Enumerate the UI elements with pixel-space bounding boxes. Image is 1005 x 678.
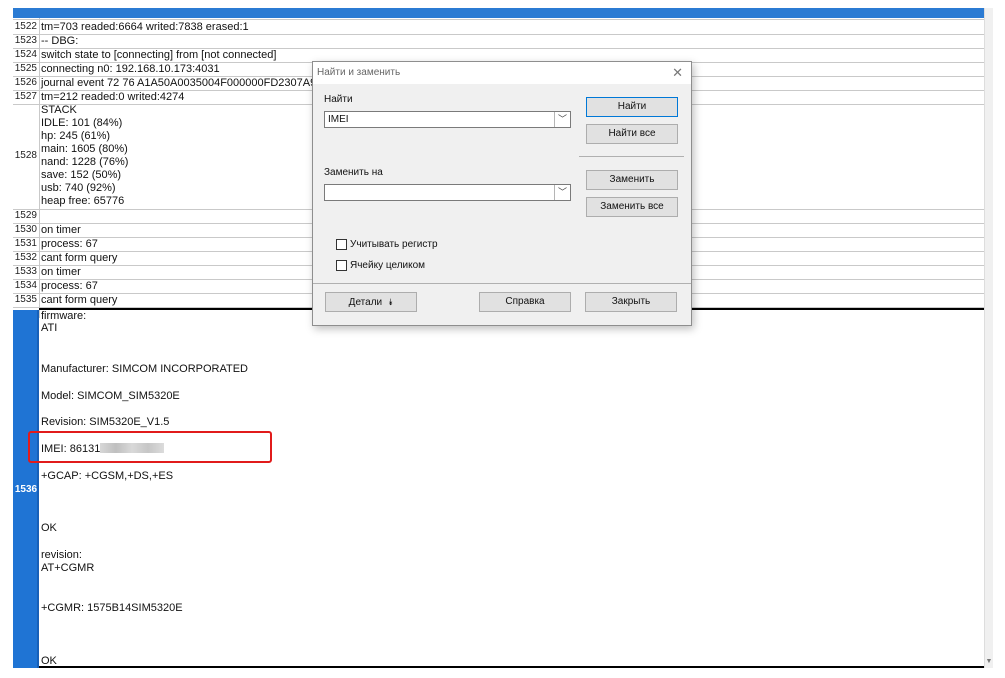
cell-text[interactable]: cant form query (41, 294, 117, 307)
row-number[interactable]: 1531 (13, 238, 39, 249)
replace-combo[interactable]: ﹀ (324, 184, 571, 201)
row-divider (13, 34, 984, 35)
dialog-title: Найти и заменить (317, 67, 401, 78)
cell-line-gcap: +GCAP: +CGSM,+DS,+ES (41, 470, 174, 482)
cell-line-cgmr: +CGMR: 1575B14SIM5320E (41, 602, 183, 614)
replace-label: Заменить на (324, 167, 383, 178)
cell-line-ok-2: OK (41, 655, 57, 667)
find-combo[interactable]: IMEI ﹀ (324, 111, 571, 128)
row-number[interactable]: 1528 (13, 150, 39, 161)
row-header-divider (39, 18, 40, 318)
help-button[interactable]: Справка (479, 292, 571, 312)
whole-cell-label[interactable]: Ячейку целиком (350, 260, 425, 271)
close-button[interactable]: Закрыть (585, 292, 677, 312)
cell-text[interactable]: on timer (41, 224, 81, 237)
row-number[interactable]: 1524 (13, 49, 39, 60)
row-number[interactable]: 1526 (13, 77, 39, 88)
cell-line: hp: 245 (61%) (41, 130, 111, 142)
details-button[interactable]: Детали ⯯ (325, 292, 417, 312)
cell-line-model: Model: SIMCOM_SIM5320E (41, 390, 180, 402)
vertical-scrollbar[interactable]: ▼ (984, 8, 993, 668)
match-case-label[interactable]: Учитывать регистр (350, 239, 438, 250)
cell-text[interactable]: switch state to [connecting] from [not c… (41, 49, 276, 62)
chevron-down-icon[interactable]: ﹀ (554, 185, 570, 200)
cell-line: heap free: 65776 (41, 195, 125, 207)
row-number[interactable]: 1533 (13, 266, 39, 277)
double-chevron-down-icon: ⯯ (387, 297, 394, 307)
row-divider (13, 19, 984, 20)
row-number[interactable]: 1527 (13, 91, 39, 102)
chevron-down-icon[interactable]: ﹀ (554, 112, 570, 127)
row-number[interactable]: 1525 (13, 63, 39, 74)
cell-text[interactable]: -- DBG: (41, 35, 78, 48)
cell-text[interactable]: connecting n0: 192.168.10.173:4031 (41, 63, 220, 76)
selection-bottom-border (39, 666, 984, 668)
dialog-titlebar[interactable]: Найти и заменить ✕ (313, 62, 691, 84)
cell-text[interactable]: on timer (41, 266, 81, 279)
button-separator (579, 156, 684, 157)
replace-all-button[interactable]: Заменить все (586, 197, 678, 217)
details-label: Детали (348, 297, 383, 308)
scroll-down-icon[interactable]: ▼ (985, 658, 993, 668)
cell-line: save: 152 (50%) (41, 169, 122, 181)
cell-line: STACK (41, 104, 77, 116)
row-number[interactable]: 1530 (13, 224, 39, 235)
row-number[interactable]: 1523 (13, 35, 39, 46)
find-button[interactable]: Найти (586, 97, 678, 117)
bottom-separator (313, 283, 691, 284)
cell-line: nand: 1228 (76%) (41, 156, 129, 168)
replace-button[interactable]: Заменить (586, 170, 678, 190)
cell-line-ati: ATI (41, 322, 58, 334)
cell-line-ok-1: OK (41, 522, 57, 534)
find-combo-value: IMEI (328, 114, 349, 125)
row-number-selected: 1536 (14, 484, 38, 495)
header-band (13, 8, 984, 18)
cell-text[interactable]: tm=212 readed:0 writed:4274 (41, 91, 184, 104)
row-number[interactable]: 1535 (13, 294, 39, 305)
row-number[interactable]: 1529 (13, 210, 39, 221)
cell-line-revision-label: revision: (41, 549, 82, 561)
cell-line-revision: Revision: SIM5320E_V1.5 (41, 416, 170, 428)
find-all-button[interactable]: Найти все (586, 124, 678, 144)
row-number[interactable]: 1532 (13, 252, 39, 263)
find-label: Найти (324, 94, 353, 105)
cell-text[interactable]: cant form query (41, 252, 117, 265)
cell-text[interactable]: tm=703 readed:6664 writed:7838 erased:1 (41, 21, 249, 34)
cell-line: main: 1605 (80%) (41, 143, 128, 155)
cell-line: usb: 740 (92%) (41, 182, 116, 194)
cell-text[interactable]: process: 67 (41, 280, 98, 293)
cell-text[interactable]: process: 67 (41, 238, 98, 251)
match-case-checkbox[interactable] (336, 239, 347, 250)
cell-line: IDLE: 101 (84%) (41, 117, 123, 129)
cell-line-at-cgmr: AT+CGMR (41, 562, 95, 574)
row-number[interactable]: 1534 (13, 280, 39, 291)
find-replace-dialog: Найти и заменить ✕ Найти IMEI ﹀ Найти На… (312, 61, 692, 326)
row-number[interactable]: 1522 (13, 21, 39, 32)
close-icon[interactable]: ✕ (672, 65, 683, 81)
cell-text[interactable]: journal event 72 76 A1A50A0035004F000000… (41, 77, 324, 90)
imei-highlight-box (28, 431, 272, 463)
cell-line-manufacturer: Manufacturer: SIMCOM INCORPORATED (41, 363, 248, 375)
whole-cell-checkbox[interactable] (336, 260, 347, 271)
